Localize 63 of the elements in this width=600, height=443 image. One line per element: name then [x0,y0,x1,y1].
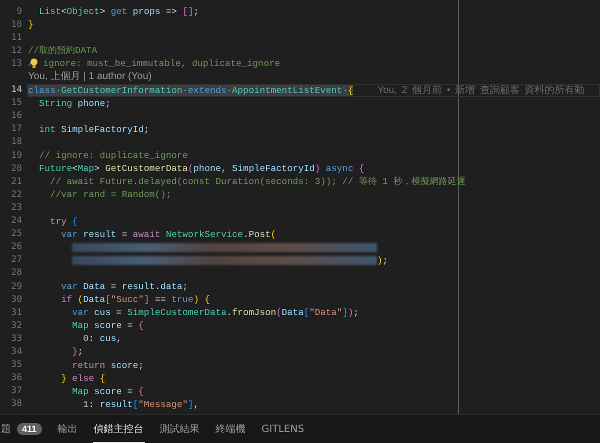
line-number: 20 [10,164,22,174]
line-number: 32 [10,320,22,331]
line-number: 18 [10,137,22,148]
code-line: ); [377,254,388,266]
line-number: 11 [10,32,22,43]
code-line: try { [49,216,78,227]
line-number: 38 [10,399,22,410]
code-line: String phone; [38,98,111,109]
panel-tab[interactable]: 終端機 [216,422,246,436]
code-line: 1: result["Message"], [82,398,199,410]
line-number: 30 [10,294,22,305]
line-number: 16 [10,111,22,122]
code-line: var result = await NetworkService.Post( [60,228,276,240]
line-number: 10 [10,20,22,30]
line-number: 36 [10,373,22,384]
line-number: 23 [10,202,22,213]
count-badge: 411 [17,423,42,435]
code-line: //var rand = Random(); [49,189,172,200]
code-line: List<Object> get props => []; [38,6,199,18]
line-number: 19 [10,150,22,161]
code-line: int SimpleFactoryId; [38,124,150,135]
line-number: 26 [10,242,22,252]
code-line: var cus = SimpleCustomerData.fromJson(Data["Data"]); [71,307,359,318]
panel-tab[interactable]: 輸出 [58,422,78,436]
line-number: 27 [10,255,22,266]
line-number: 12 [10,46,22,56]
line-number: 14 [10,85,22,96]
code-line: } [28,19,34,30]
panel-tab[interactable]: 題 [1,422,11,436]
line-number: 35 [10,360,22,370]
blame-annotation: You, 2 個月前 • 新增 查詢顧客 資料的所有動 [377,84,585,98]
line-number: 22 [10,190,22,200]
lightbulb-icon[interactable] [30,58,38,70]
code-line: Future<Map> GetCustomerData(phone, SimpleFactoryId) async { [38,163,364,174]
blame-annotation[interactable]: You, 上個月 | 1 author (You) [28,70,152,84]
panel-tab[interactable]: 測試結果 [160,422,200,436]
line-number: 34 [10,346,22,357]
panel-tab[interactable]: GITLENS [262,424,304,434]
code-line: var Data = result.data; [60,281,188,292]
line-number: 15 [10,98,22,108]
code-line: if (Data["Succ"] == true) { [60,294,210,306]
code-line: Map score = { [71,386,144,397]
line-number: 33 [10,334,22,344]
code-line: 0: cus, [82,333,122,344]
line-number: 25 [10,229,22,240]
code-line: }; [71,346,84,358]
line-number: 24 [10,216,22,226]
code-line: return score; [71,360,144,371]
code-line: // ignore: duplicate_ignore [38,150,188,162]
line-number: 31 [10,308,22,318]
code-line: // await Future.delayed(const Duration(seconds: 3)); // 等待 1 秒，模擬網路延遲 [49,175,466,188]
panel-tab[interactable]: 偵錯主控台 [92,415,145,443]
line-number: 17 [10,124,22,134]
line-number: 37 [10,386,22,396]
line-number: 28 [10,268,22,278]
code-line: ignore: must_be_immutable, duplicate_ignore [42,58,280,70]
line-number: 13 [10,58,22,69]
code-line: Map score = { [71,320,144,332]
line-number: 9 [16,6,22,17]
code-line: } else { [60,372,106,384]
code-line: //取的預約DATA [28,44,98,58]
line-number: 29 [10,282,22,292]
line-number: 21 [10,176,22,187]
